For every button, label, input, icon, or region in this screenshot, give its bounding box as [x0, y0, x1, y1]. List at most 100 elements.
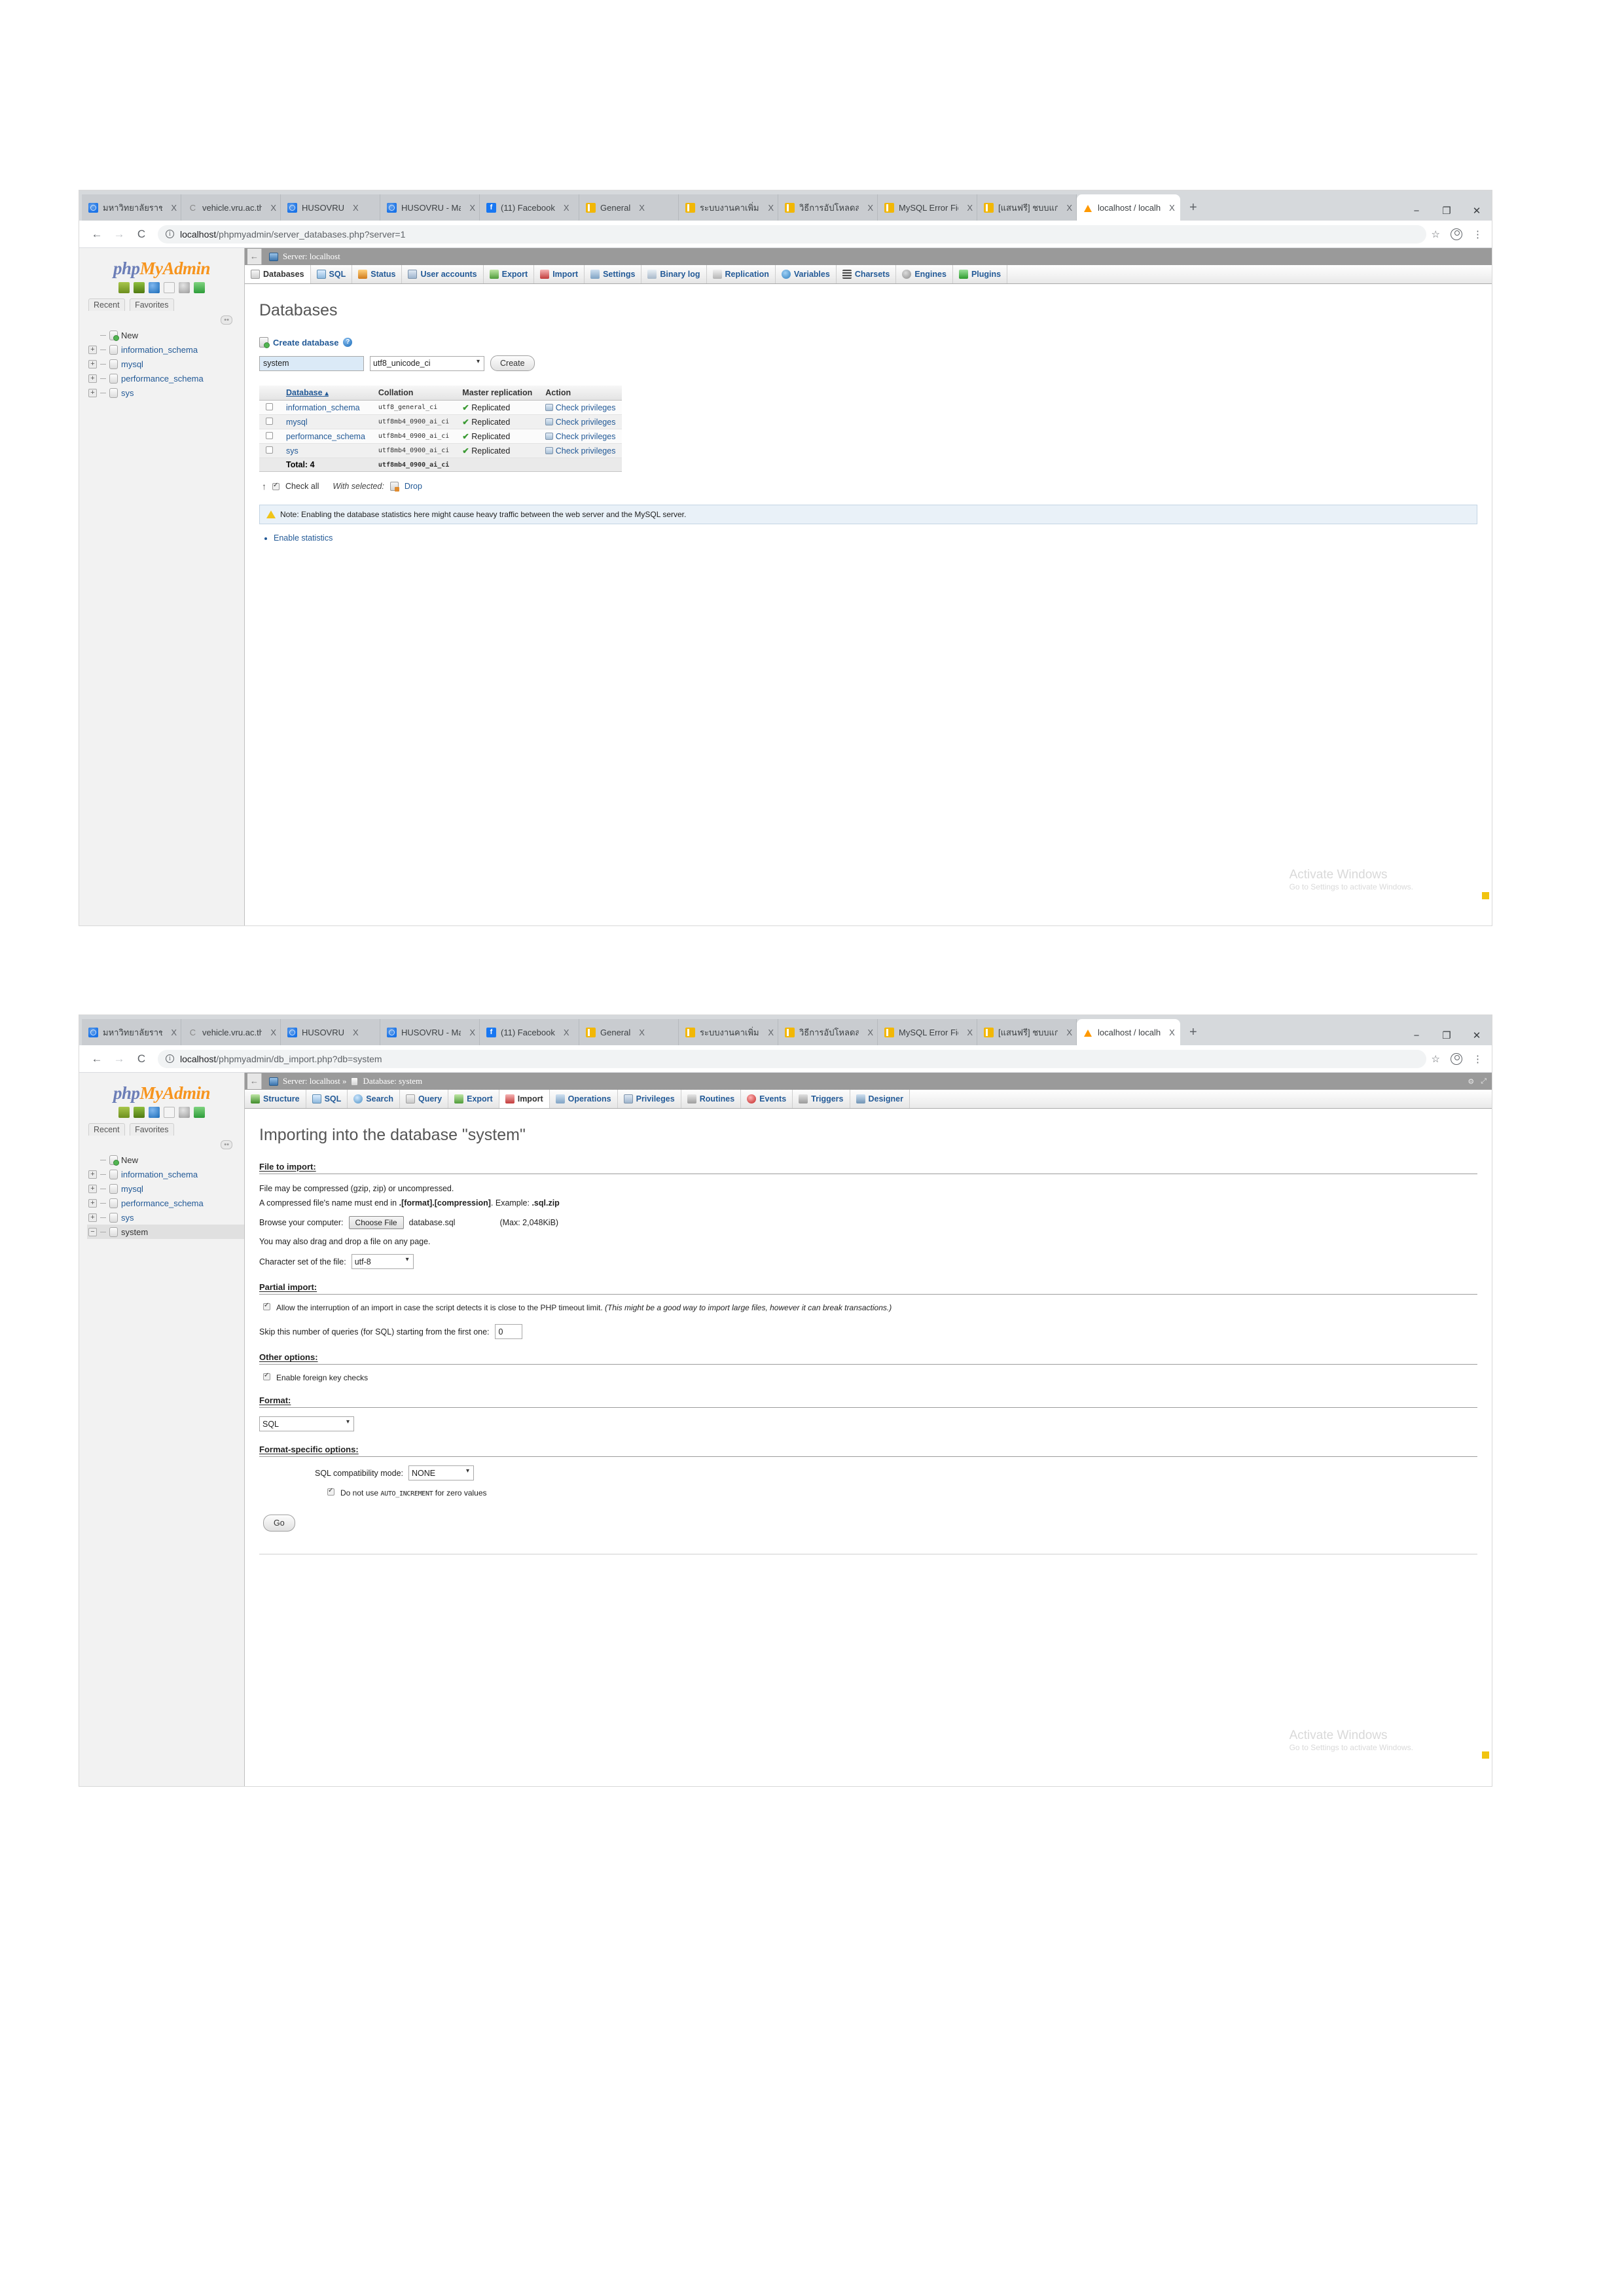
tree-item-information-schema[interactable]: + information_schema — [87, 1167, 244, 1181]
collapse-toggle[interactable]: •• — [79, 1138, 244, 1150]
tab-close-icon[interactable]: X — [270, 203, 276, 213]
tab-export[interactable]: Export — [483, 265, 535, 283]
phpmyadmin-logo[interactable]: phpMyAdmin — [79, 253, 244, 280]
close-window-button[interactable]: ✕ — [1462, 205, 1492, 217]
address-bar[interactable]: i localhost/phpmyadmin/server_databases.… — [158, 224, 1426, 243]
tree-item-mysql[interactable]: + mysql — [87, 357, 244, 371]
recent-tab[interactable]: Recent — [88, 298, 125, 311]
database-name[interactable]: sys — [286, 446, 298, 456]
collapse-toggle[interactable]: •• — [79, 314, 244, 325]
expander-icon[interactable]: + — [88, 1198, 97, 1208]
browser-tab[interactable]: วิธีการอัปโหลดสคริ X — [778, 194, 878, 221]
refresh-icon[interactable] — [194, 282, 205, 293]
table-row[interactable]: sys utf8mb4_0900_ai_ci ✔ Replicated Chec… — [259, 443, 623, 458]
breadcrumb-database[interactable]: Database: system — [363, 1076, 422, 1086]
tab-sql[interactable]: SQL — [310, 265, 353, 283]
expander-icon[interactable]: + — [88, 1184, 97, 1193]
browser-tab[interactable]: C vehicle.vru.ac.th X — [181, 194, 281, 221]
resize-handle[interactable] — [1482, 1751, 1489, 1759]
documentation-icon[interactable] — [164, 282, 175, 293]
home-icon[interactable] — [118, 282, 130, 293]
row-checkbox-cell[interactable] — [259, 429, 280, 444]
tab-close-icon[interactable]: X — [867, 1028, 873, 1037]
tab-close-icon[interactable]: X — [967, 1028, 973, 1037]
back-button[interactable]: ← — [86, 1052, 108, 1066]
tab-privileges[interactable]: Privileges — [617, 1090, 681, 1108]
tab-structure[interactable]: Structure — [245, 1090, 306, 1108]
check-privileges-link[interactable]: Check privileges — [556, 418, 616, 427]
browser-tab[interactable]: MySQL Error Fie X — [878, 1019, 977, 1045]
database-name[interactable]: performance_schema — [286, 432, 365, 441]
tab-search[interactable]: Search — [348, 1090, 400, 1108]
tree-item-sys[interactable]: + sys — [87, 1210, 244, 1225]
select-all-arrow-icon[interactable]: ↑ — [262, 481, 266, 492]
tab-import[interactable]: Import — [499, 1090, 550, 1108]
address-bar[interactable]: i localhost/phpmyadmin/db_import.php?db=… — [158, 1049, 1426, 1068]
allow-interrupt-checkbox[interactable] — [263, 1302, 270, 1311]
expander-icon[interactable]: + — [88, 1213, 97, 1222]
tab-close-icon[interactable]: X — [171, 1028, 177, 1037]
tab-triggers[interactable]: Triggers — [793, 1090, 850, 1108]
tab-close-icon[interactable]: X — [564, 203, 569, 213]
tab-close-icon[interactable]: X — [639, 203, 645, 213]
browser-tab[interactable]: f (11) Facebook X — [480, 194, 579, 221]
tree-item-new[interactable]: New — [87, 1153, 244, 1167]
tab-designer[interactable]: Designer — [850, 1090, 910, 1108]
favorites-tab[interactable]: Favorites — [130, 1123, 174, 1136]
collapse-nav-icon[interactable]: ← — [247, 249, 262, 264]
tab-close-icon[interactable]: X — [1169, 203, 1175, 213]
console-bar[interactable]: Console — [79, 925, 1492, 926]
row-checkbox[interactable] — [266, 403, 273, 410]
tab-binary-log[interactable]: Binary log — [641, 265, 707, 283]
tab-sql[interactable]: SQL — [306, 1090, 348, 1108]
row-checkbox[interactable] — [266, 431, 273, 439]
tab-close-icon[interactable]: X — [1169, 1028, 1175, 1037]
expander-icon[interactable]: + — [88, 374, 97, 383]
browser-tab[interactable]: มหาวิทยาลัยราชภัฏ X — [82, 194, 181, 221]
menu-kebab-icon[interactable]: ⋮ — [1473, 1053, 1483, 1065]
logout-icon[interactable] — [134, 282, 145, 293]
header-database[interactable]: Database ▲ — [280, 386, 372, 401]
tab-variables[interactable]: Variables — [775, 265, 837, 283]
database-name[interactable]: mysql — [286, 418, 308, 427]
browser-tab[interactable]: HUSOVRU - Man X — [380, 194, 480, 221]
new-tab-button[interactable]: + — [1180, 200, 1206, 221]
browser-tab[interactable]: วิธีการอัปโหลดสคริ X — [778, 1019, 878, 1045]
tree-item-mysql[interactable]: + mysql — [87, 1181, 244, 1196]
browser-tab[interactable]: C vehicle.vru.ac.th X — [181, 1019, 281, 1045]
profile-avatar-icon[interactable] — [1451, 1052, 1462, 1065]
browser-tab-active[interactable]: localhost / localh X — [1077, 194, 1180, 221]
action-cell[interactable]: Check privileges — [539, 400, 623, 415]
tab-close-icon[interactable]: X — [967, 203, 973, 213]
format-select[interactable]: SQL — [259, 1416, 354, 1432]
tab-close-icon[interactable]: X — [564, 1028, 569, 1037]
database-name[interactable]: information_schema — [286, 403, 360, 412]
browser-tab-active[interactable]: localhost / localh X — [1077, 1019, 1180, 1045]
tab-close-icon[interactable]: X — [171, 203, 177, 213]
row-checkbox-cell[interactable] — [259, 400, 280, 415]
back-button[interactable]: ← — [86, 228, 108, 241]
info-icon[interactable]: i — [166, 230, 174, 238]
menu-kebab-icon[interactable]: ⋮ — [1473, 228, 1483, 240]
collation-select[interactable]: utf8_unicode_ci — [370, 355, 484, 371]
minimize-button[interactable]: − — [1401, 1030, 1432, 1041]
help-icon[interactable] — [149, 282, 160, 293]
refresh-icon[interactable] — [194, 1107, 205, 1118]
action-cell[interactable]: Check privileges — [539, 443, 623, 458]
tree-item-performance-schema[interactable]: + performance_schema — [87, 371, 244, 386]
table-row[interactable]: mysql utf8mb4_0900_ai_ci ✔ Replicated Ch… — [259, 414, 623, 429]
maximize-button[interactable]: ❐ — [1432, 1030, 1462, 1041]
expander-icon[interactable]: + — [88, 345, 97, 354]
browser-tab[interactable]: ระบบงานคาเพิ่มค่า X — [679, 194, 778, 221]
settings-gear-icon[interactable] — [179, 1107, 190, 1118]
tree-item-information-schema[interactable]: + information_schema — [87, 342, 244, 357]
expander-icon[interactable]: + — [88, 359, 97, 368]
expander-icon[interactable]: + — [88, 388, 97, 397]
help-icon[interactable]: ? — [343, 338, 353, 347]
auto-increment-checkbox[interactable] — [327, 1487, 334, 1496]
database-name-input[interactable] — [259, 355, 364, 371]
tab-close-icon[interactable]: X — [768, 203, 774, 213]
tab-status[interactable]: Status — [352, 265, 403, 283]
tree-item-sys[interactable]: + sys — [87, 386, 244, 400]
tree-item-new[interactable]: New — [87, 328, 244, 342]
